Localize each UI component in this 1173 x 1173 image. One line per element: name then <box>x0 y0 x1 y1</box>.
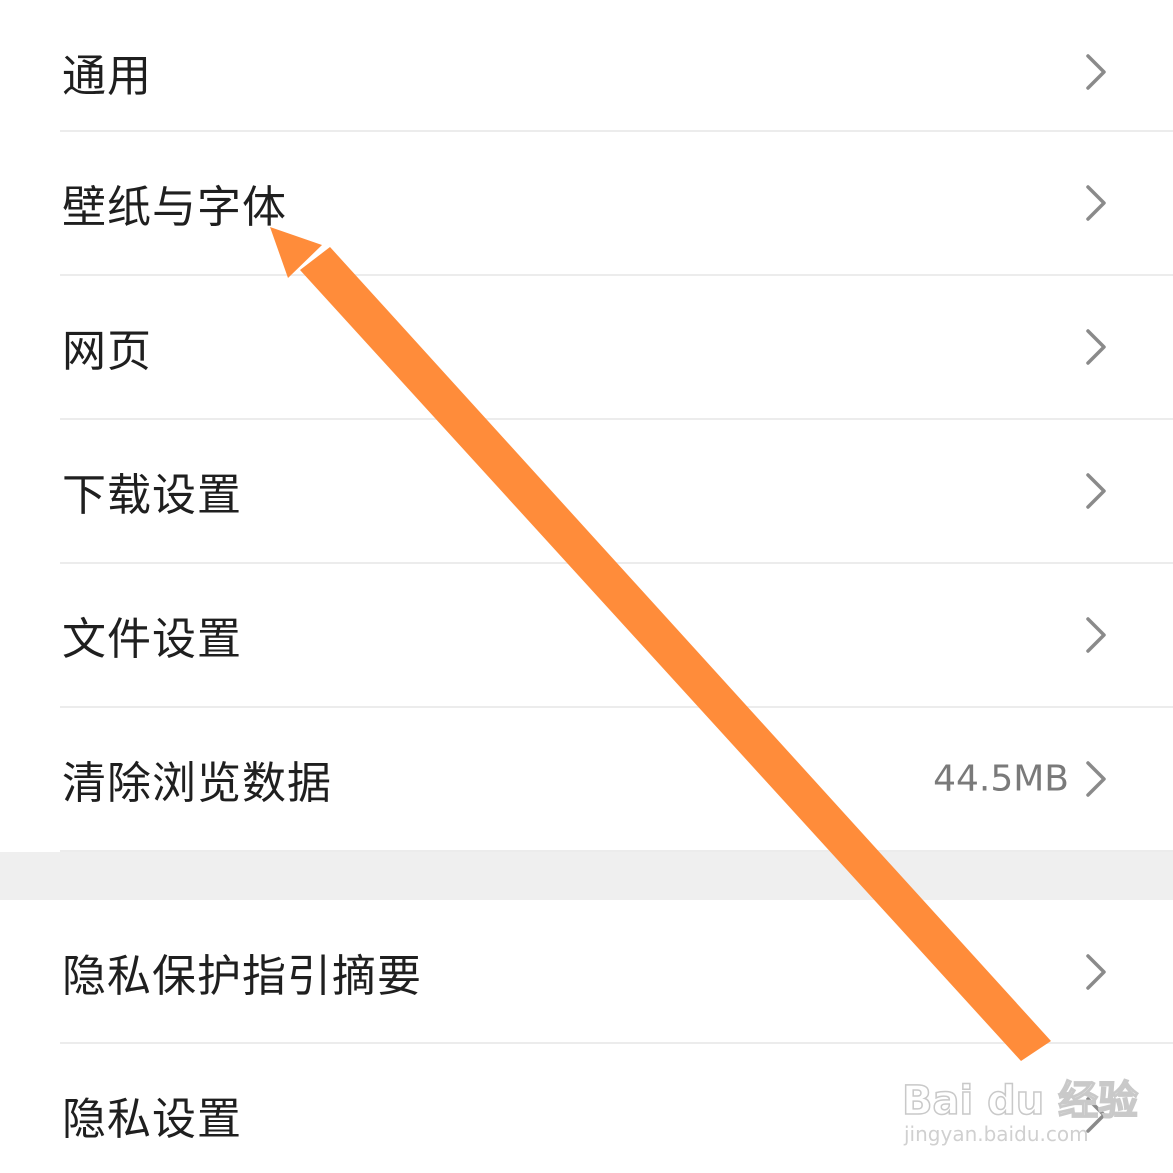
settings-item-label: 下载设置 <box>62 470 242 521</box>
settings-item-privacy-summary[interactable]: 隐私保护指引摘要 <box>0 900 1173 1044</box>
chevron-right-icon <box>1086 473 1106 509</box>
chevron-right-icon <box>1086 185 1106 221</box>
settings-item-label: 网页 <box>62 326 152 377</box>
settings-item-label: 通用 <box>62 51 152 102</box>
chevron-right-icon <box>1086 1097 1106 1133</box>
settings-item-file[interactable]: 文件设置 <box>0 563 1173 707</box>
settings-item-download[interactable]: 下载设置 <box>0 419 1173 563</box>
settings-screen: 通用 壁纸与字体 网页 下载设置 文件设置 清除浏览数据 44.5MB 隐私保护… <box>0 0 1173 1173</box>
settings-item-privacy-settings[interactable]: 隐私设置 <box>0 1043 1173 1173</box>
chevron-right-icon <box>1086 329 1106 365</box>
settings-item-general[interactable]: 通用 <box>0 0 1173 144</box>
chevron-right-icon <box>1086 954 1106 990</box>
settings-item-wallpaper-font[interactable]: 壁纸与字体 <box>0 131 1173 275</box>
settings-item-label: 隐私设置 <box>62 1094 242 1145</box>
settings-item-label: 隐私保护指引摘要 <box>62 951 422 1002</box>
chevron-right-icon <box>1086 54 1106 90</box>
storage-size-value: 44.5MB <box>933 758 1069 800</box>
settings-item-label: 壁纸与字体 <box>62 182 287 233</box>
settings-item-label: 清除浏览数据 <box>62 758 332 809</box>
chevron-right-icon <box>1086 761 1106 797</box>
settings-item-webpage[interactable]: 网页 <box>0 275 1173 419</box>
chevron-right-icon <box>1086 617 1106 653</box>
settings-item-clear-data[interactable]: 清除浏览数据 44.5MB <box>0 707 1173 851</box>
section-separator <box>0 852 1173 900</box>
settings-item-label: 文件设置 <box>62 614 242 665</box>
